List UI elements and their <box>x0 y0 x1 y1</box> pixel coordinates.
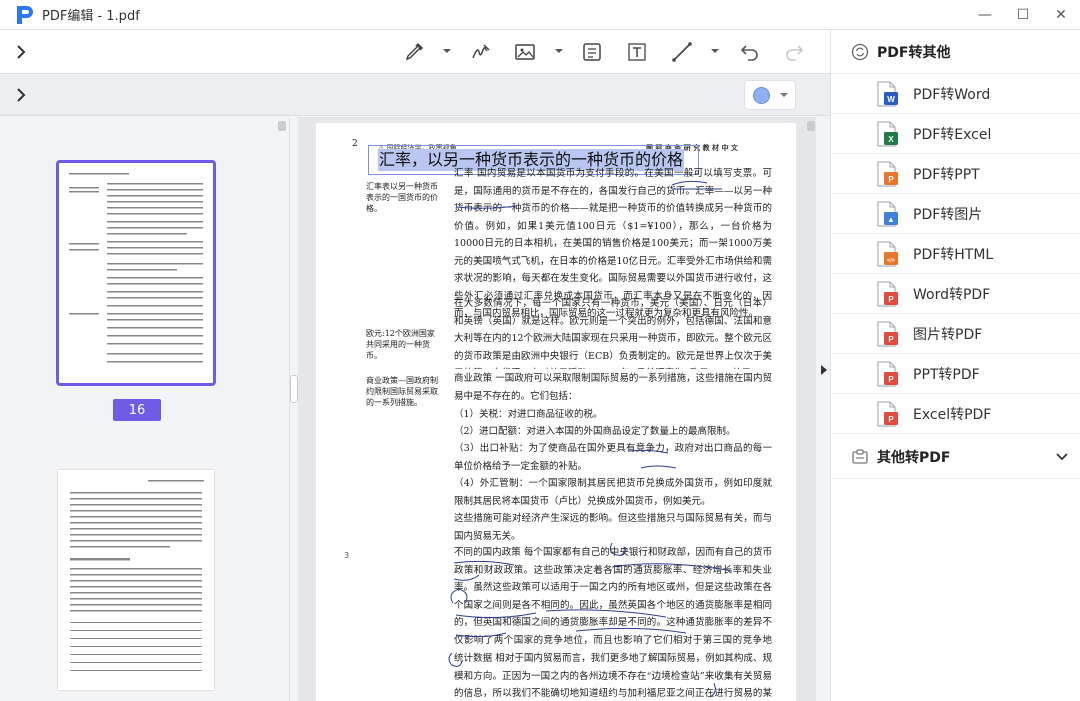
current-page-badge: 16 <box>113 399 161 421</box>
ppt-to-pdf-icon: P <box>877 361 898 386</box>
pen-icon[interactable] <box>402 40 426 64</box>
conversion-item[interactable]: ▲ PDF转图片 <box>831 194 1080 234</box>
conversion-item[interactable]: W PDF转Word <box>831 74 1080 114</box>
convert-icon <box>851 43 869 60</box>
conversion-item[interactable]: P PDF转PPT <box>831 154 1080 194</box>
main-toolbar <box>0 30 830 74</box>
minimize-button[interactable]: — <box>966 0 1004 30</box>
thumbnail-panel: 16 <box>0 117 290 701</box>
chevron-right-icon[interactable] <box>12 43 30 61</box>
pdf-to-excel-icon: X <box>877 121 898 146</box>
close-button[interactable]: ✕ <box>1042 0 1080 30</box>
conversion-item-label: 图片转PDF <box>913 326 983 343</box>
convert-to-pdf-icon <box>852 448 868 464</box>
svg-text:P: P <box>888 375 894 384</box>
pen-dropdown-icon[interactable] <box>442 45 452 57</box>
page-thumbnail[interactable] <box>58 470 214 690</box>
color-picker[interactable] <box>744 80 796 110</box>
svg-text:P: P <box>888 415 894 424</box>
textbox-icon[interactable] <box>625 40 649 64</box>
title-bar: PDF编辑 - 1.pdf — ☐ ✕ <box>0 0 1080 30</box>
pdf-to-image-icon: ▲ <box>877 201 898 226</box>
thumbnail-page-image <box>69 173 203 363</box>
thumbnail-page-image <box>70 480 204 671</box>
note-icon[interactable] <box>580 40 604 64</box>
pdf-to-other-section-header[interactable]: PDF转其他 <box>831 30 1080 74</box>
chevron-down-icon <box>780 93 788 97</box>
other-to-pdf-section-header[interactable]: 其他转PDF <box>831 435 1080 479</box>
chevron-down-icon <box>1056 453 1068 461</box>
svg-text:</>: </> <box>887 258 895 264</box>
scroll-thumb[interactable] <box>807 121 815 131</box>
word-to-pdf-icon: P <box>877 281 898 306</box>
conversion-panel: PDF转其他 W PDF转Word X PDF转Excel P PDF转PPT ▲ PDF转图… <box>830 30 1080 701</box>
excel-to-pdf-icon: P <box>877 401 898 426</box>
conversion-item[interactable]: P Word转PDF <box>831 274 1080 314</box>
svg-text:X: X <box>888 135 894 144</box>
conversion-item-label: Excel转PDF <box>913 406 992 423</box>
conversion-item[interactable]: </> PDF转HTML <box>831 234 1080 274</box>
pdf-to-ppt-icon: P <box>877 161 898 186</box>
conversion-item[interactable]: P PPT转PDF <box>831 354 1080 394</box>
ink-annotations[interactable] <box>316 123 796 701</box>
maximize-button[interactable]: ☐ <box>1004 0 1042 30</box>
document-viewer: 2 ⚠ 国际经济学，政策视角 國 际 商 务 研 究 教 材 中 文 汇率，以另… <box>298 117 816 701</box>
conversion-item-label: PDF转Word <box>913 86 991 103</box>
conversion-item[interactable]: P Excel转PDF <box>831 394 1080 434</box>
thumbnail-scrollbar[interactable] <box>276 117 288 701</box>
image-to-pdf-icon: P <box>877 321 898 346</box>
svg-text:P: P <box>888 335 894 344</box>
line-marker: 3 <box>344 551 350 560</box>
svg-text:P: P <box>888 295 894 304</box>
conversion-item-label: PDF转Excel <box>913 126 992 143</box>
section-title: PDF转其他 <box>877 44 951 61</box>
minimize-icon: — <box>978 7 992 23</box>
image-dropdown-icon[interactable] <box>554 45 564 57</box>
scroll-thumb[interactable] <box>278 121 286 131</box>
conversion-item-label: Word转PDF <box>913 286 991 303</box>
pdf-to-word-icon: W <box>877 81 898 106</box>
maximize-icon: ☐ <box>1016 7 1030 23</box>
signature-icon[interactable] <box>470 40 494 64</box>
conversion-item[interactable]: X PDF转Excel <box>831 114 1080 154</box>
chevron-right-icon[interactable] <box>12 86 30 104</box>
sub-toolbar <box>0 74 830 116</box>
close-icon: ✕ <box>1055 7 1067 23</box>
conversion-item-label: PPT转PDF <box>913 366 980 383</box>
conversion-item[interactable]: P 图片转PDF <box>831 314 1080 354</box>
app-logo-icon <box>17 5 33 24</box>
chevron-right-icon <box>821 365 827 375</box>
undo-icon[interactable] <box>738 40 762 64</box>
line-icon[interactable] <box>670 40 694 64</box>
conversion-item-label: PDF转HTML <box>913 246 994 263</box>
image-icon[interactable] <box>513 40 537 64</box>
document-scrollbar[interactable] <box>806 117 816 701</box>
section-title: 其他转PDF <box>877 449 951 466</box>
panel-resize-handle[interactable] <box>290 375 298 403</box>
svg-text:P: P <box>888 175 894 184</box>
redo-icon[interactable] <box>782 40 806 64</box>
window-title: PDF编辑 - 1.pdf <box>42 9 140 24</box>
color-swatch <box>753 87 770 104</box>
conversion-item-label: PDF转图片 <box>913 206 983 223</box>
svg-text:▲: ▲ <box>887 215 895 224</box>
page-thumbnail-current[interactable] <box>56 160 216 386</box>
line-dropdown-icon[interactable] <box>710 45 720 57</box>
pdf-to-html-icon: </> <box>877 241 898 266</box>
pdf-page[interactable]: 2 ⚠ 国际经济学，政策视角 國 际 商 务 研 究 教 材 中 文 汇率，以另… <box>316 123 796 701</box>
right-panel-toggle[interactable] <box>818 117 830 701</box>
conversion-item-label: PDF转PPT <box>913 166 980 183</box>
svg-text:W: W <box>887 95 895 104</box>
